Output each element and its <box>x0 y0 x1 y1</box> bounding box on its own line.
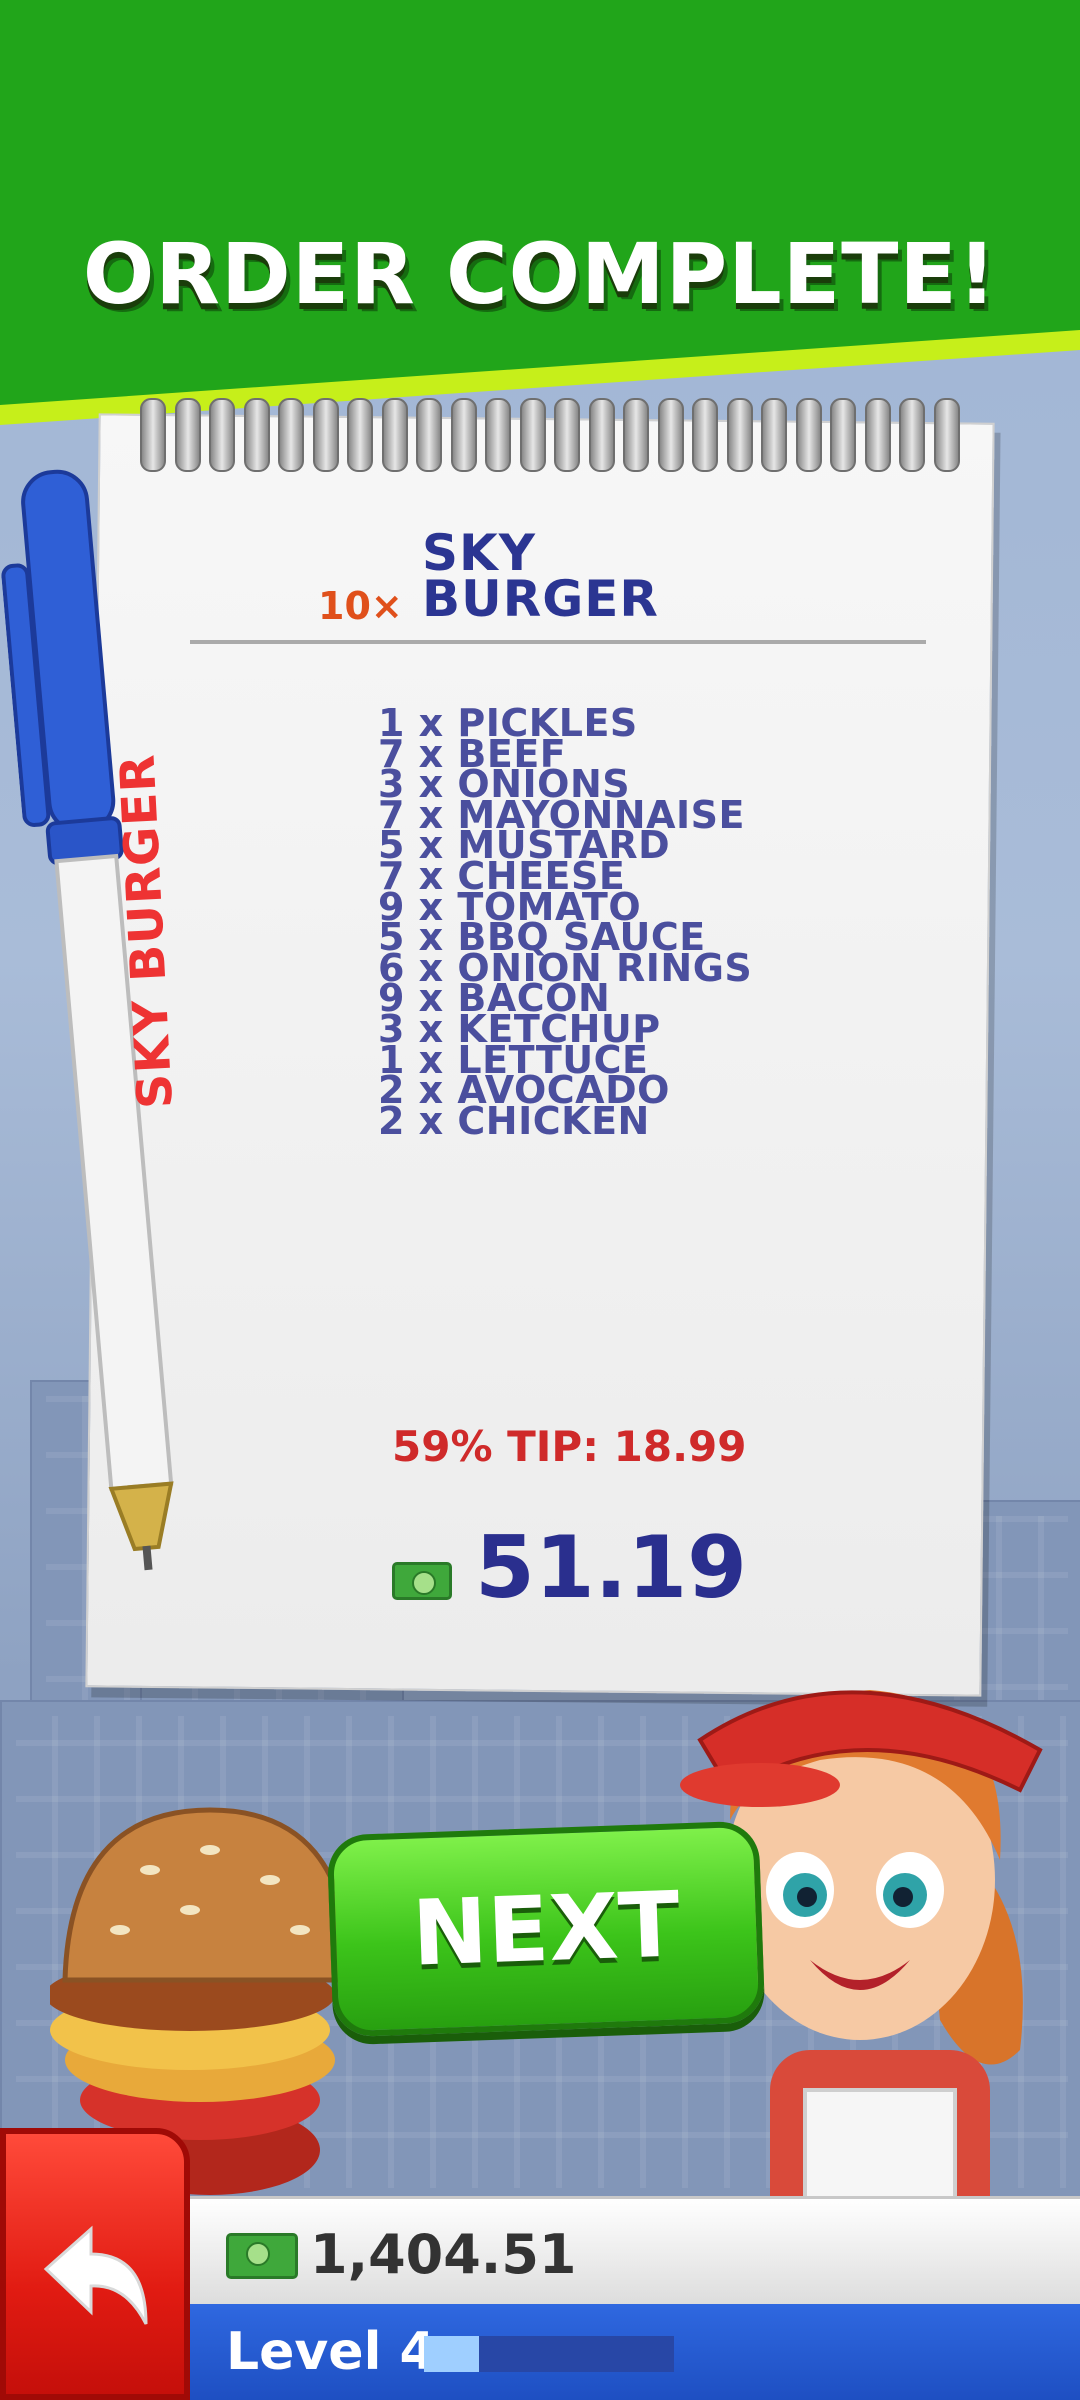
notepad-divider <box>190 640 926 644</box>
money-balance: 1,404.51 <box>310 2223 577 2286</box>
cash-icon <box>226 2233 298 2279</box>
page-title: ORDER COMPLETE! <box>82 225 998 323</box>
tip-text: 59% TIP: 18.99 <box>392 1422 747 1471</box>
order-multiplier: 10× <box>318 584 403 628</box>
back-arrow-icon <box>43 2225 148 2325</box>
money-bar: 1,404.51 <box>190 2196 1080 2307</box>
level-progress-bar <box>424 2336 674 2372</box>
ingredient-list: 1 x PICKLES 7 x BEEF 3 x ONIONS 7 x MAYO… <box>378 704 752 1143</box>
level-bar: Level 4 <box>190 2304 1080 2400</box>
next-button[interactable]: NEXT <box>326 1820 766 2038</box>
level-label: Level 4 <box>226 2322 436 2382</box>
level-progress-fill <box>424 2336 479 2372</box>
ingredient-item: 2 x CHICKEN <box>378 1098 650 1143</box>
cash-icon <box>392 1562 452 1600</box>
notepad-spiral <box>140 398 960 472</box>
order-name-line2: BURGER <box>422 570 659 628</box>
back-button[interactable] <box>0 2128 190 2400</box>
order-total: 51.19 <box>475 1518 748 1618</box>
order-name: SKY BURGER <box>422 528 722 628</box>
